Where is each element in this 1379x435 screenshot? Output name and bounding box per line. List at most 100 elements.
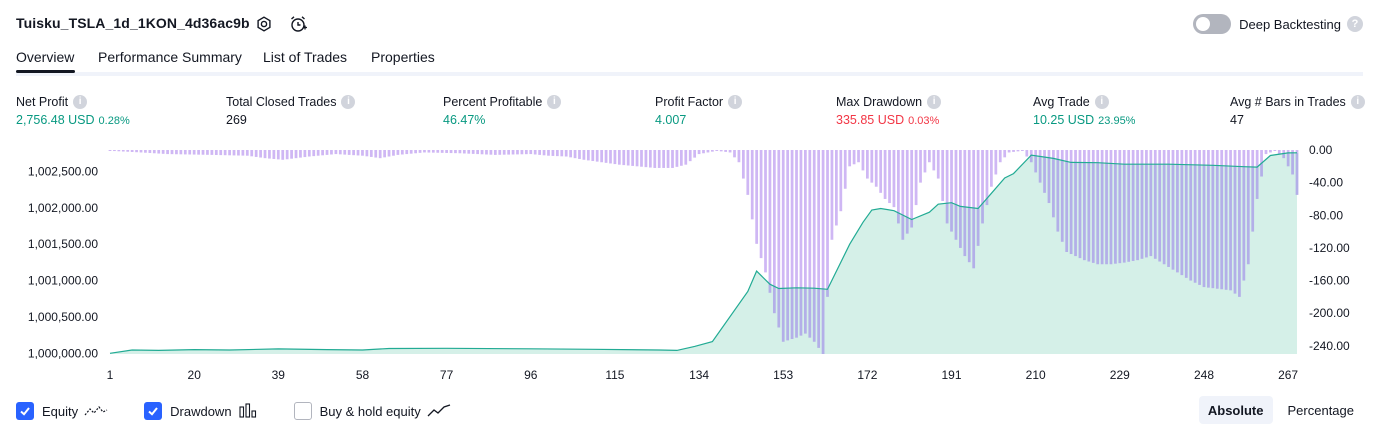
drawdown-bar [1215,150,1219,166]
drawdown-bar [564,150,568,157]
drawdown-bar-overlap [1091,162,1095,263]
drawdown-bar [1193,150,1197,165]
legend-buy-hold[interactable]: Buy & hold equity [293,402,451,420]
drawdown-bar [467,150,471,154]
equity-checkbox[interactable] [16,402,34,420]
drawdown-bar [135,150,138,153]
drawdown-bar-overlap [1286,152,1290,167]
drawdown-bar-overlap [1109,163,1113,265]
drawdown-bar [910,150,914,220]
drawdown-bar [126,150,130,152]
stat-value: 4.007 [655,113,687,127]
legend-drawdown[interactable]: Drawdown [144,402,257,420]
drawdown-bar [808,150,812,289]
settings-gear-icon[interactable] [253,13,275,35]
drawdown-bar [662,150,666,168]
drawdown-bar [936,150,940,179]
info-icon[interactable]: i [73,94,88,109]
drawdown-bar [617,150,621,165]
drawdown-bar-overlap [972,208,976,269]
drawdown-bar [706,150,710,153]
absolute-button[interactable]: Absolute [1198,396,1273,424]
drawdown-bar-overlap [1167,164,1170,267]
drawdown-bar [254,150,258,157]
info-icon[interactable]: i [547,94,562,109]
drawdown-bar [113,150,116,152]
drawdown-bar [684,150,688,165]
drawdown-bar [197,150,200,155]
drawdown-bar [1091,150,1095,163]
drawdown-bar [555,150,559,157]
info-icon[interactable]: i [1094,94,1109,109]
drawdown-bar [821,150,825,289]
drawdown-bar-overlap [959,206,962,248]
drawdown-bar [950,150,953,203]
drawdown-bar [976,150,980,209]
x-axis-tick-label: 20 [188,368,202,382]
drawdown-bar [905,150,909,218]
drawdown-bar-overlap [1246,166,1250,265]
buy-hold-checkbox[interactable] [293,402,312,420]
drawdown-bar [1038,150,1042,157]
drawdown-bar [148,150,152,153]
drawdown-bar [538,150,541,155]
x-axis-tick-label: 191 [941,368,961,382]
drawdown-bar [330,150,333,155]
drawdown-bar-overlap [1198,164,1201,285]
drawdown-bar [365,150,369,157]
drawdown-bar [1171,150,1175,165]
drawdown-bar [693,150,697,158]
drawdown-bar [1060,150,1064,161]
drawdown-bar [1047,150,1051,158]
alarm-clock-icon[interactable] [287,13,309,35]
drawdown-bar [804,150,807,288]
drawdown-bar [374,150,378,158]
drawdown-bar [1127,150,1131,165]
tab-properties[interactable]: Properties [371,49,435,65]
right-axis-tick-label: -40.00 [1309,176,1343,190]
equity-drawdown-chart[interactable]: 1,000,000.00 1,000,500.00 1,001,000.00 1,00… [0,140,1379,392]
drawdown-bar-overlap [1193,164,1197,283]
drawdown-bar-overlap [1242,166,1246,281]
info-icon[interactable]: i [341,94,356,109]
help-icon[interactable]: ? [1347,16,1363,32]
drawdown-bar-overlap [1074,162,1077,257]
right-axis-tick-label: 0.00 [1309,143,1333,157]
tab-performance-summary[interactable]: Performance Summary [98,49,242,65]
drawdown-bar [578,150,581,159]
deep-backtesting-toggle[interactable] [1193,14,1232,34]
drawdown-bar [728,150,732,153]
drawdown-label: Drawdown [170,403,232,419]
right-axis-tick-label: -120.00 [1309,241,1350,255]
legend-equity[interactable]: Equity [16,402,108,420]
drawdown-bar [981,150,984,204]
drawdown-bar [679,150,683,166]
drawdown-bar [715,150,719,151]
left-axis-tick-label: 1,001,500.00 [28,237,98,251]
info-icon[interactable]: i [927,94,942,109]
drawdown-checkbox[interactable] [144,402,163,420]
info-icon[interactable]: i [728,94,743,109]
info-icon[interactable]: i [1350,94,1365,109]
drawdown-bar [746,150,750,195]
drawdown-bar [117,150,121,152]
stat-value: 47 [1230,113,1244,127]
drawdown-bar [507,150,510,155]
drawdown-bar-overlap [1052,158,1055,218]
tab-overview[interactable]: Overview [16,49,74,65]
drawdown-bar [1229,150,1232,167]
drawdown-bar [268,150,271,159]
drawdown-bar-overlap [1295,152,1299,195]
x-axis-tick-label: 267 [1278,368,1298,382]
x-axis-tick-label: 134 [689,368,709,382]
drawdown-bar-overlap [1034,155,1038,173]
drawdown-bar [569,150,572,158]
drawdown-bar [985,150,989,199]
tab-list-of-trades[interactable]: List of Trades [263,49,347,65]
drawdown-bar [883,150,887,199]
stat-label: Profit Factor [655,94,724,109]
stat-profit-factor: Profit Factor i 4.007 [655,93,743,127]
drawdown-bar [1211,150,1215,166]
percentage-button[interactable]: Percentage [1279,396,1364,424]
stat-avg-bars-in-trades: Avg # Bars in Trades i 47 [1230,93,1365,127]
